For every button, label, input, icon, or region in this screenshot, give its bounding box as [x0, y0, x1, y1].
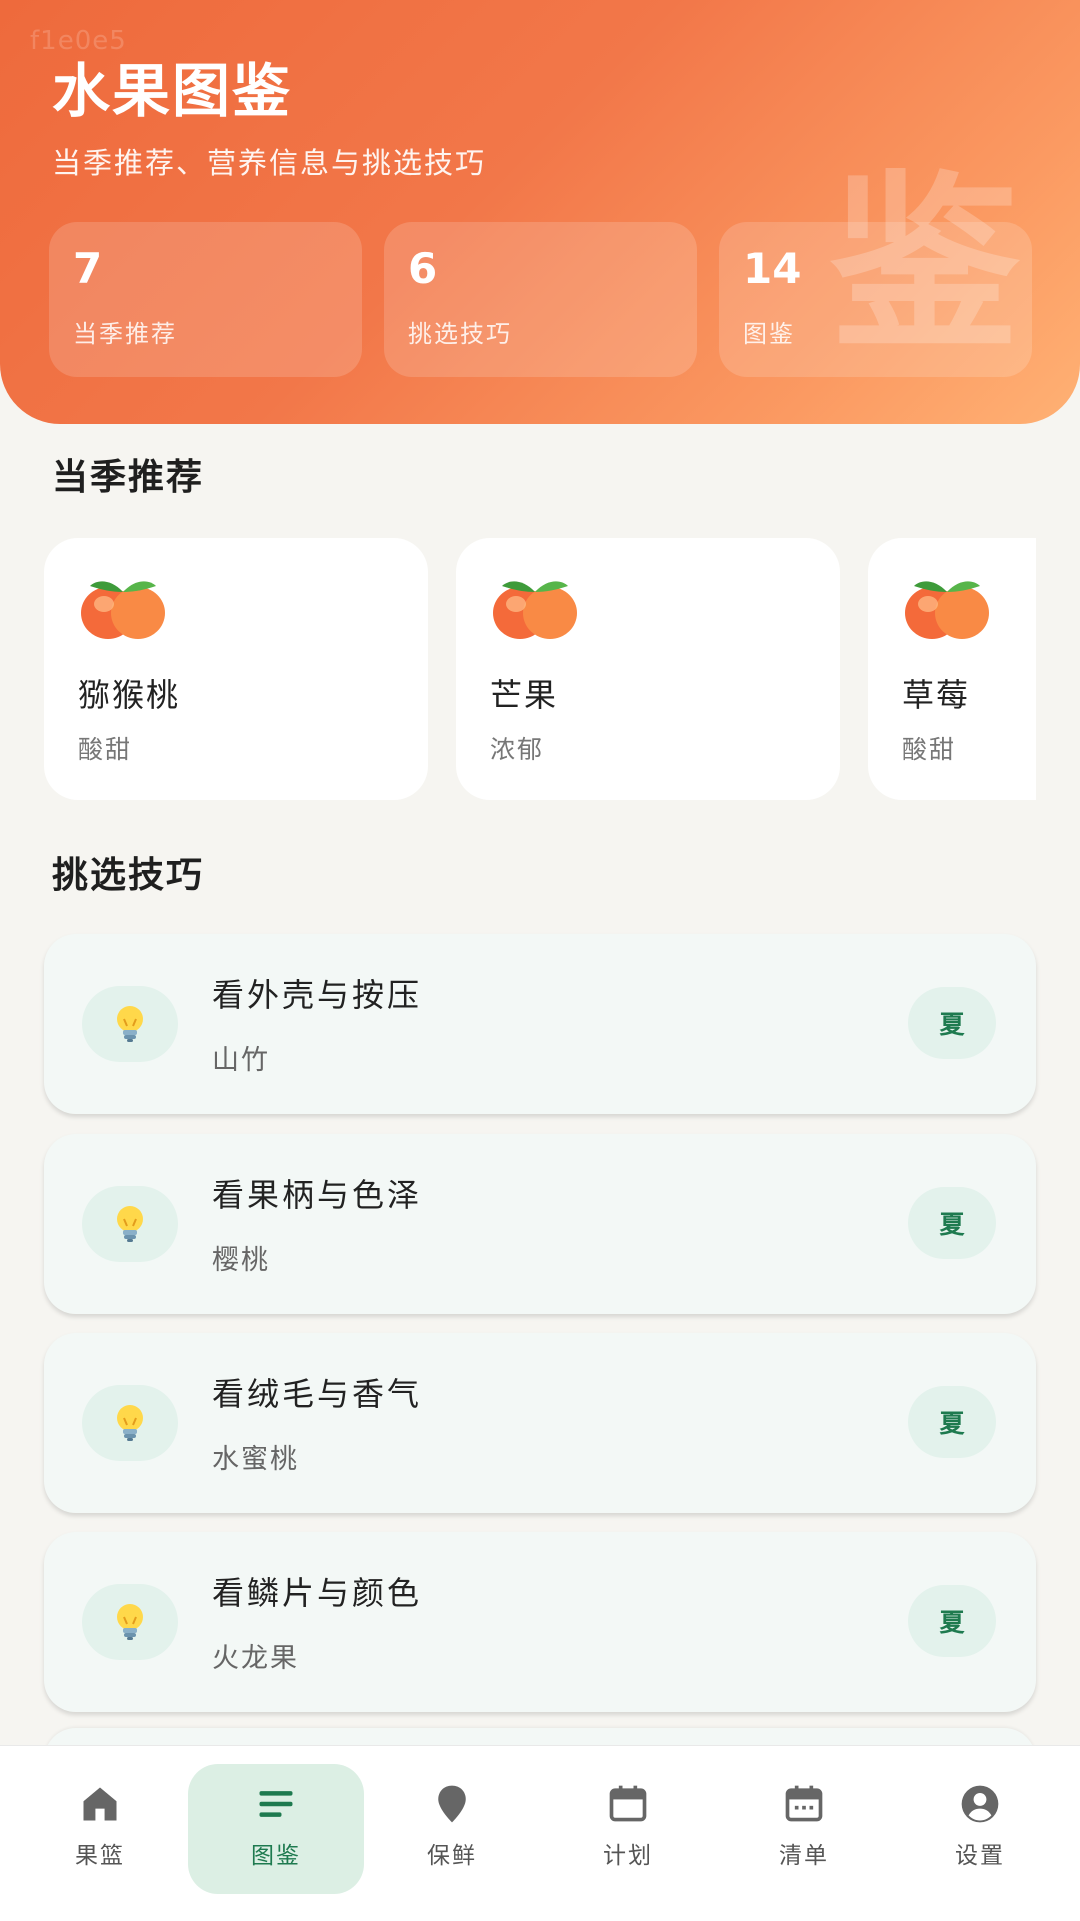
season-card[interactable]: 猕猴桃 酸甜 — [44, 538, 428, 800]
season-fruit-taste: 酸甜 — [78, 735, 133, 764]
tip-title: 看外壳与按压 — [212, 976, 423, 1014]
peach-icon — [81, 581, 165, 639]
lightbulb-icon — [117, 1206, 143, 1242]
season-card[interactable]: 草莓 酸甜 — [868, 538, 1036, 800]
stat-card-tips[interactable]: 6 挑选技巧 — [384, 222, 697, 377]
tip-card[interactable]: 看绒毛与香气 水蜜桃 夏 — [44, 1333, 1036, 1513]
stat-label: 挑选技巧 — [408, 320, 512, 348]
stat-card-catalog[interactable]: 14 图鉴 — [719, 222, 1032, 377]
tip-title: 看鳞片与颜色 — [212, 1574, 423, 1612]
tip-fruit: 山竹 — [212, 1045, 270, 1076]
nav-item-basket[interactable]: 果篮 — [12, 1764, 188, 1894]
tip-title: 看果柄与色泽 — [212, 1176, 423, 1214]
tip-fruit: 水蜜桃 — [212, 1444, 299, 1475]
season-badge: 夏 — [908, 987, 996, 1059]
calendar-icon — [609, 1785, 647, 1822]
peach-icon — [493, 581, 577, 639]
stat-value: 6 — [408, 244, 438, 293]
nav-label: 设置 — [955, 1843, 1005, 1869]
nav-item-checklist[interactable]: 清单 — [716, 1764, 892, 1894]
tip-icon-badge — [82, 1186, 178, 1262]
stat-card-season[interactable]: 7 当季推荐 — [49, 222, 362, 377]
list-icon — [259, 1791, 293, 1817]
nav-item-catalog[interactable]: 图鉴 — [188, 1764, 364, 1894]
nav-label: 保鲜 — [427, 1843, 477, 1869]
tip-card[interactable]: 看果柄与色泽 樱桃 夏 — [44, 1134, 1036, 1314]
section-title-tips: 挑选技巧 — [52, 855, 205, 896]
stat-label: 图鉴 — [743, 320, 795, 348]
nav-label: 图鉴 — [251, 1843, 301, 1869]
tip-card[interactable]: 看外壳与按压 山竹 夏 — [44, 934, 1036, 1114]
nav-label: 清单 — [779, 1843, 829, 1869]
home-icon — [83, 1787, 117, 1821]
season-fruit-taste: 浓郁 — [490, 735, 545, 764]
nav-label: 果篮 — [75, 1843, 125, 1869]
season-fruit-name: 猕猴桃 — [78, 676, 181, 714]
peach-icon — [905, 581, 989, 639]
season-badge: 夏 — [908, 1585, 996, 1657]
nav-label: 计划 — [603, 1843, 653, 1869]
calendar-dots-icon — [785, 1785, 823, 1822]
stat-value: 7 — [73, 244, 103, 293]
tip-card[interactable]: 看鳞片与颜色 火龙果 夏 — [44, 1532, 1036, 1712]
lightbulb-icon — [117, 1604, 143, 1640]
tip-fruit: 樱桃 — [212, 1245, 270, 1276]
header-banner: f1e0e5 鉴 水果图鉴 当季推荐、营养信息与挑选技巧 7 当季推荐 6 挑选… — [0, 0, 1080, 424]
tip-icon-badge — [82, 986, 178, 1062]
bottom-nav: 果篮 图鉴 保鲜 计划 清单 设置 — [0, 1745, 1080, 1921]
location-pin-icon — [438, 1785, 466, 1823]
nav-item-settings[interactable]: 设置 — [892, 1764, 1068, 1894]
nav-item-plan[interactable]: 计划 — [540, 1764, 716, 1894]
tip-icon-badge — [82, 1584, 178, 1660]
lightbulb-icon — [117, 1006, 143, 1042]
stat-value: 14 — [743, 244, 802, 293]
stats-row: 7 当季推荐 6 挑选技巧 14 图鉴 — [49, 222, 1032, 377]
page-title: 水果图鉴 — [52, 57, 293, 125]
lightbulb-icon — [117, 1405, 143, 1441]
season-fruit-name: 芒果 — [490, 676, 559, 714]
section-title-season: 当季推荐 — [52, 457, 205, 498]
tip-fruit: 火龙果 — [212, 1643, 299, 1674]
stat-label: 当季推荐 — [73, 320, 177, 348]
season-badge: 夏 — [908, 1187, 996, 1259]
season-carousel[interactable]: 猕猴桃 酸甜 芒果 浓郁 草莓 酸甜 — [44, 538, 1036, 802]
season-fruit-name: 草莓 — [902, 676, 971, 714]
account-circle-icon — [961, 1785, 999, 1823]
season-badge: 夏 — [908, 1386, 996, 1458]
season-card[interactable]: 芒果 浓郁 — [456, 538, 840, 800]
tip-title: 看绒毛与香气 — [212, 1375, 423, 1413]
tip-icon-badge — [82, 1385, 178, 1461]
nav-item-preserve[interactable]: 保鲜 — [364, 1764, 540, 1894]
page-subtitle: 当季推荐、营养信息与挑选技巧 — [52, 146, 487, 180]
season-fruit-taste: 酸甜 — [902, 735, 957, 764]
